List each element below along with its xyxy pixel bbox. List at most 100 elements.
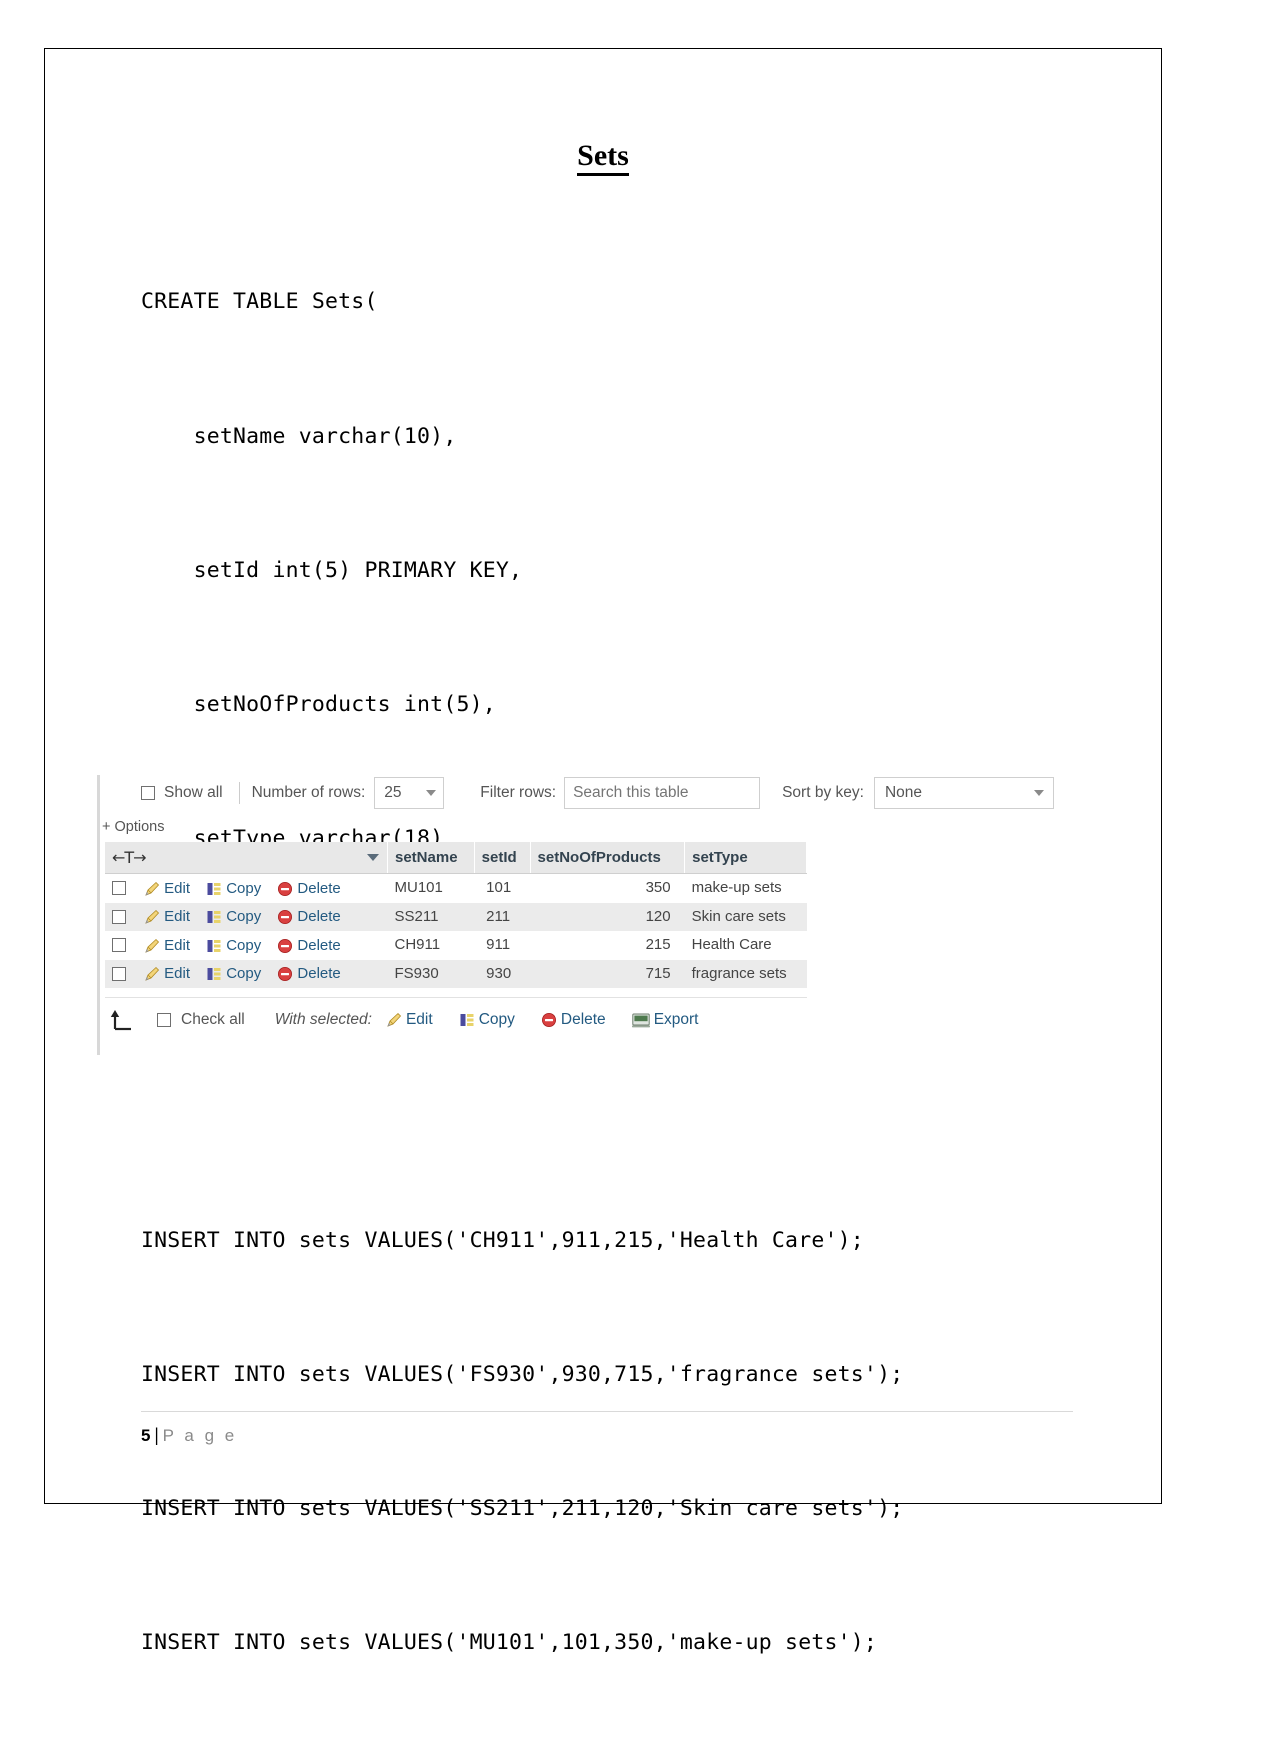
delete-icon — [541, 1012, 557, 1028]
sql-insert-line-1: INSERT INTO sets VALUES('FS930',930,715,… — [141, 1362, 904, 1388]
copy-icon — [206, 938, 222, 954]
delete-icon — [277, 881, 293, 897]
footer-divider — [141, 1411, 1073, 1412]
page-number-footer: 5 | P a g e — [141, 1425, 237, 1447]
edit-action[interactable]: Edit — [144, 965, 190, 982]
footer-edit-action[interactable]: Edit — [386, 1011, 433, 1029]
copy-action[interactable]: Copy — [206, 937, 261, 954]
sql-create-line-3: setNoOfProducts int(5), — [141, 691, 496, 717]
sql-create-line-1: setName varchar(10), — [141, 423, 457, 449]
row-checkbox[interactable] — [112, 909, 126, 924]
table-row[interactable]: Edit Copy Delete — [105, 873, 807, 903]
table-bottom-divider — [105, 997, 807, 998]
copy-label: Copy — [226, 879, 262, 897]
copy-label: Copy — [226, 936, 262, 954]
sql-create-line-2: setId int(5) PRIMARY KEY, — [141, 557, 523, 583]
edit-label: Edit — [164, 936, 191, 954]
edit-label: Edit — [164, 879, 191, 897]
cell-setNoOfProducts: 350 — [645, 879, 671, 897]
check-all-checkbox[interactable] — [157, 1013, 171, 1027]
cell-setNoOfProducts: 215 — [645, 936, 671, 954]
delete-label: Delete — [297, 965, 341, 983]
edit-action[interactable]: Edit — [144, 908, 190, 925]
page-footer-separator: | — [154, 1425, 159, 1446]
delete-action[interactable]: Delete — [277, 965, 341, 983]
export-icon — [631, 1013, 650, 1028]
cell-setName: FS930 — [394, 964, 439, 982]
footer-edit-label: Edit — [405, 1011, 433, 1028]
edit-label: Edit — [164, 908, 191, 926]
document-page: Sets CREATE TABLE Sets( setName varchar(… — [44, 48, 1162, 1655]
cell-setType: Health Care — [691, 936, 772, 954]
cell-setName: SS211 — [394, 907, 439, 925]
copy-action[interactable]: Copy — [206, 965, 261, 982]
delete-label: Delete — [297, 908, 341, 926]
cell-setNoOfProducts: 120 — [645, 907, 671, 925]
results-toolbar: Show all Number of rows: 25 Filter rows:… — [141, 777, 1054, 809]
row-actions: Edit Copy Delete — [105, 874, 388, 903]
row-actions: Edit Copy Delete — [105, 931, 388, 960]
cell-setNoOfProducts: 715 — [645, 964, 671, 982]
footer-copy-label: Copy — [478, 1011, 515, 1028]
cell-setId: 911 — [486, 936, 511, 954]
chevron-down-icon — [1033, 790, 1044, 796]
edit-action[interactable]: Edit — [144, 880, 190, 897]
delete-action[interactable]: Delete — [277, 908, 341, 926]
table-header-row: ←T→ setName setId setNoOfProducts setTyp… — [105, 842, 807, 874]
cell-setType: make-up sets — [691, 879, 782, 897]
filter-rows-label: Filter rows: — [480, 784, 557, 801]
results-footer: Check all With selected: Edit Copy Delet… — [109, 1009, 725, 1031]
copy-icon — [459, 1012, 475, 1028]
header-setType[interactable]: setType — [684, 842, 807, 874]
header-setId[interactable]: setId — [474, 842, 531, 874]
check-all-label: Check all — [181, 1011, 245, 1028]
delete-icon — [277, 938, 293, 954]
filter-rows-input[interactable] — [564, 777, 761, 809]
cell-setId: 930 — [486, 964, 512, 982]
cell-setName: MU101 — [394, 879, 443, 897]
copy-icon — [206, 909, 222, 925]
sort-direction-icon[interactable]: ←T→ — [112, 848, 147, 867]
edit-action[interactable]: Edit — [144, 937, 190, 954]
table-row[interactable]: Edit Copy Delete — [105, 902, 807, 932]
sort-by-key-select[interactable]: None — [873, 777, 1054, 809]
footer-delete-label: Delete — [560, 1011, 606, 1028]
delete-icon — [277, 966, 293, 982]
arrow-up-left-icon[interactable] — [109, 1009, 137, 1031]
delete-label: Delete — [297, 936, 341, 954]
copy-label: Copy — [226, 908, 262, 926]
copy-action[interactable]: Copy — [206, 880, 261, 897]
sql-create-line-0: CREATE TABLE Sets( — [141, 289, 378, 315]
pencil-icon — [144, 881, 160, 897]
footer-copy-action[interactable]: Copy — [459, 1011, 515, 1029]
footer-delete-action[interactable]: Delete — [541, 1011, 606, 1029]
with-selected-label: With selected: — [274, 1011, 372, 1028]
page-title: Sets — [45, 139, 1161, 176]
options-toggle-link[interactable]: + Options — [102, 819, 164, 835]
cell-setId: 101 — [486, 879, 512, 897]
header-setName[interactable]: setName — [387, 842, 475, 874]
row-checkbox[interactable] — [112, 938, 126, 953]
header-setNoOfProducts[interactable]: setNoOfProducts — [530, 842, 686, 874]
header-actions-column: ←T→ — [105, 842, 388, 874]
sql-insert-line-3: INSERT INTO sets VALUES('MU101',101,350,… — [141, 1630, 878, 1656]
table-row[interactable]: Edit Copy Delete — [105, 959, 807, 989]
row-checkbox[interactable] — [112, 881, 126, 896]
pencil-icon — [144, 966, 160, 982]
delete-action[interactable]: Delete — [277, 880, 341, 897]
sort-indicator-icon[interactable] — [367, 854, 379, 861]
sort-by-key-value: None — [884, 784, 922, 801]
footer-export-action[interactable]: Export — [631, 1011, 699, 1029]
results-table: ←T→ setName setId setNoOfProducts setTyp… — [105, 842, 807, 989]
show-all-checkbox[interactable] — [141, 786, 155, 800]
delete-icon — [277, 909, 293, 925]
table-row[interactable]: Edit Copy Delete — [105, 931, 807, 960]
panel-left-border — [97, 775, 100, 1055]
number-of-rows-select[interactable]: 25 — [374, 777, 445, 809]
row-checkbox[interactable] — [112, 966, 126, 981]
toolbar-divider — [238, 782, 240, 804]
pencil-icon — [144, 909, 160, 925]
copy-action[interactable]: Copy — [206, 908, 261, 925]
delete-action[interactable]: Delete — [277, 936, 341, 954]
chevron-down-icon — [426, 790, 437, 796]
